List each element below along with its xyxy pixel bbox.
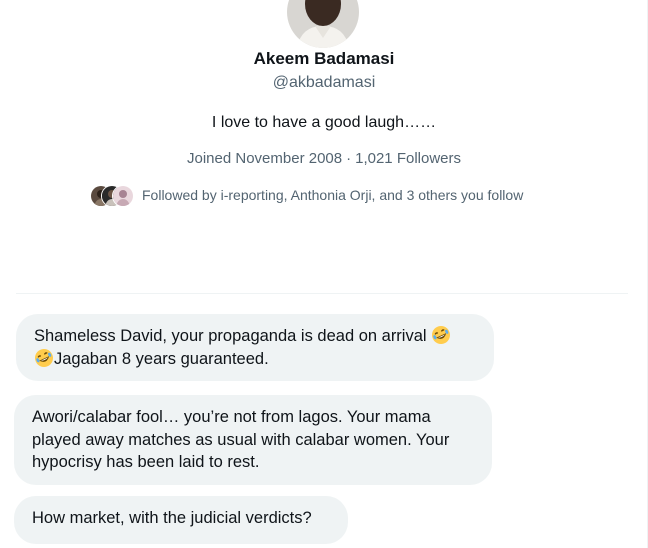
follower-avatars [90,185,134,207]
followed-by-text: Followed by i-reporting, Anthonia Orji, … [142,187,524,203]
profile-name[interactable]: Akeem Badamasi [0,48,648,70]
message-text: How market, with the judicial verdicts? [32,509,312,527]
rolling-on-floor-laughing-emoji-icon [34,348,54,368]
divider [16,293,628,294]
profile-meta: Joined November 2008 · 1,021 Followers [0,149,648,169]
dm-conversation-panel: Akeem Badamasi @akbadamasi I love to hav… [0,0,648,548]
followed-by-row[interactable]: Followed by i-reporting, Anthonia Orji, … [90,184,524,207]
profile-bio: I love to have a good laugh…… [211,114,437,131]
meta-separator: · [346,150,352,167]
followers-count[interactable]: 1,021 Followers [355,150,461,167]
user-avatar-icon [287,0,359,48]
rolling-on-floor-laughing-emoji-icon [431,325,451,345]
profile-avatar[interactable] [287,0,359,48]
profile-handle[interactable]: @akbadamasi [0,73,648,93]
follower-avatar-icon [112,185,134,207]
message-bubble[interactable]: Awori/calabar fool… you’re not from lago… [14,395,492,485]
joined-date: Joined November 2008 [187,150,343,167]
message-text: Shameless David, your propaganda is dead… [34,327,432,345]
message-bubble[interactable]: Shameless David, your propaganda is dead… [16,314,494,381]
message-bubble[interactable]: How market, with the judicial verdicts? [14,496,348,544]
message-text: Awori/calabar fool… you’re not from lago… [32,408,450,471]
message-text: Jagaban 8 years guaranteed. [54,349,269,368]
